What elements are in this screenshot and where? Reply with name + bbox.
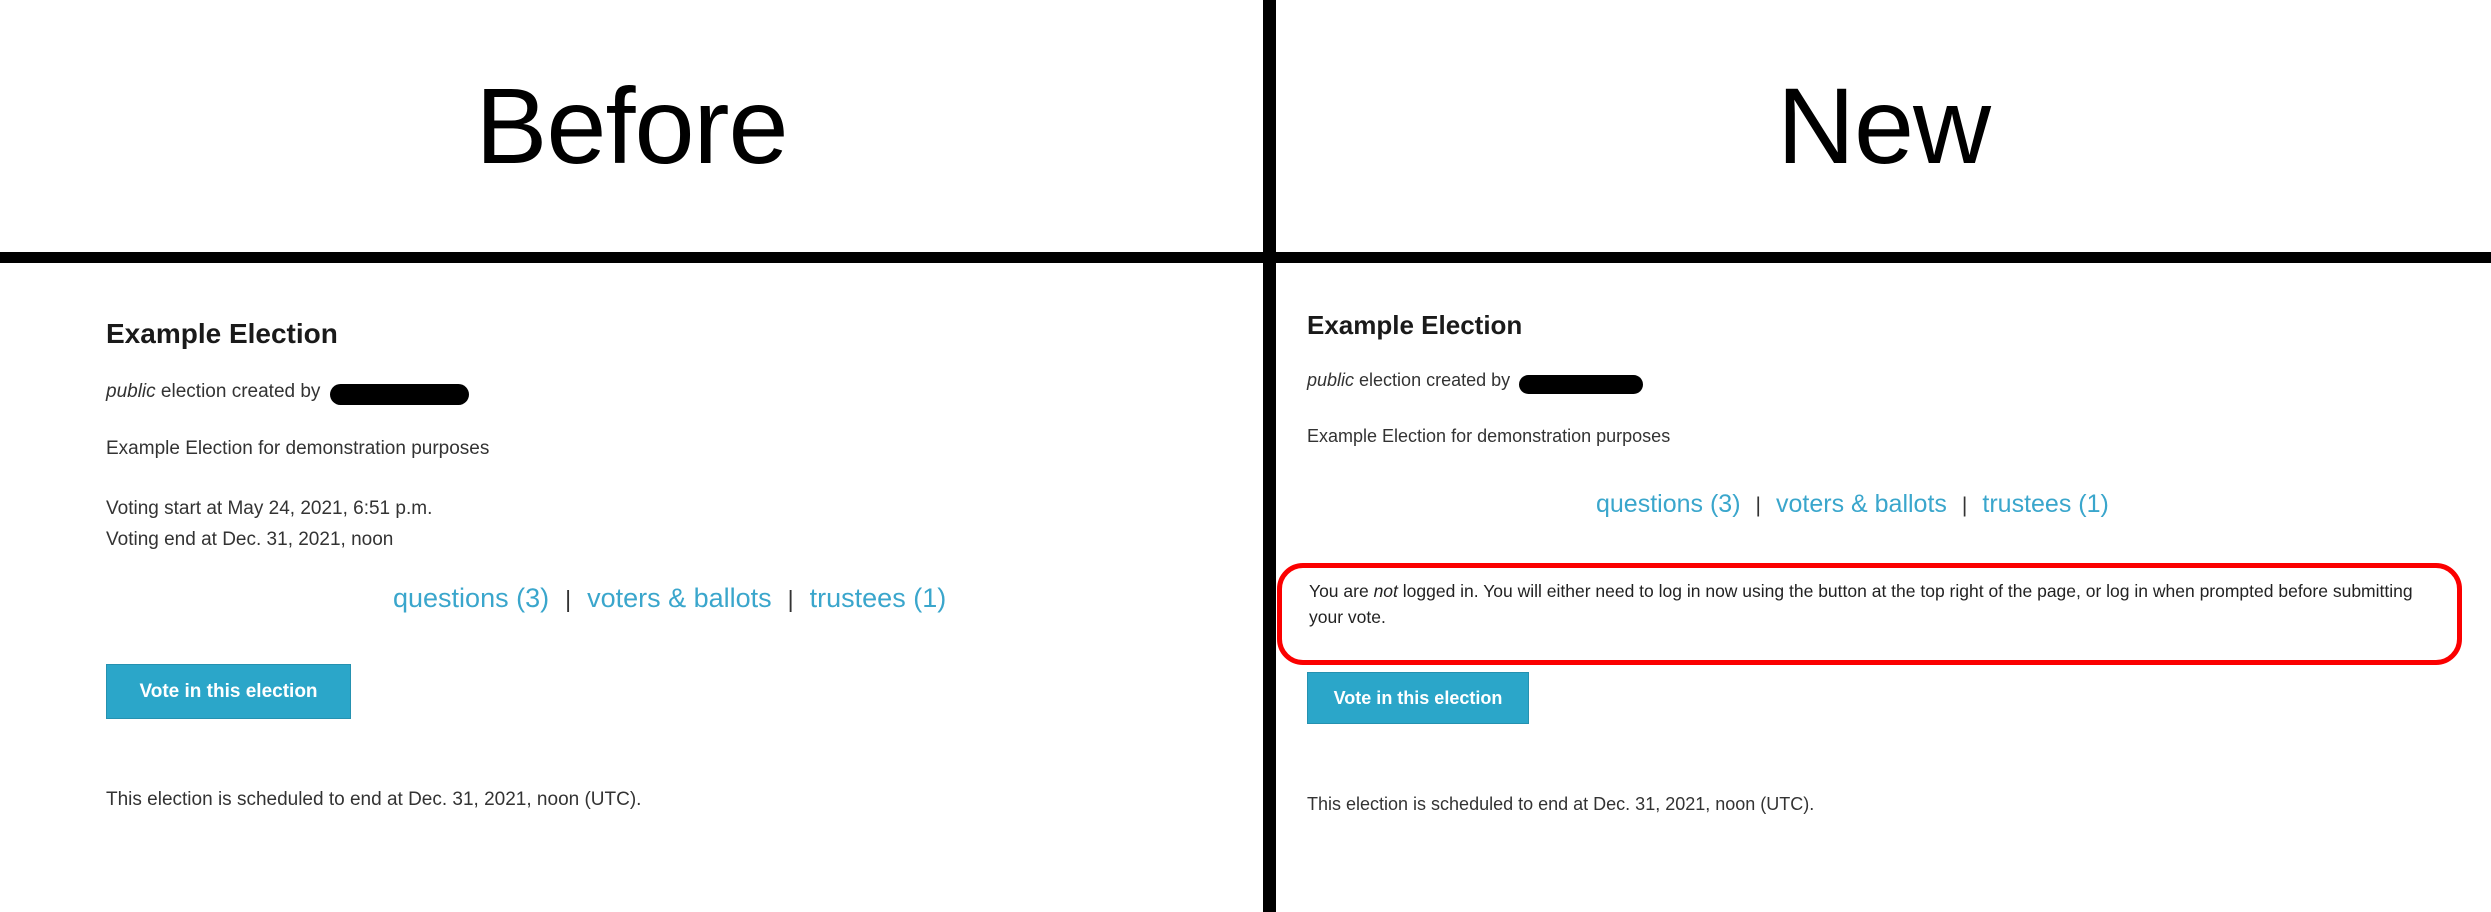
right-visibility-label: public: [1307, 370, 1355, 390]
right-election-description: Example Election for demonstration purpo…: [1307, 426, 1671, 446]
left-link-trustees[interactable]: trustees (1): [810, 583, 947, 613]
left-created-by-line: public election created by: [106, 381, 469, 406]
right-link-trustees[interactable]: trustees (1): [1982, 490, 2108, 518]
right-created-by-text: election created by: [1354, 370, 1516, 390]
right-schedule-footer-note: This election is scheduled to end at Dec…: [1307, 794, 1815, 814]
warning-emphasis-not: not: [1373, 581, 1398, 601]
left-page-title: Example Election: [106, 318, 338, 349]
right-link-questions[interactable]: questions (3): [1596, 490, 1741, 518]
left-link-questions[interactable]: questions (3): [393, 583, 549, 613]
right-panel-header: New: [1276, 0, 2491, 252]
warning-rest-text: logged in. You will either need to log i…: [1309, 581, 2413, 627]
vertical-divider: [1263, 0, 1276, 912]
left-voting-end: Voting end at Dec. 31, 2021, noon: [106, 529, 394, 550]
before-label: Before: [475, 65, 788, 186]
right-redacted-creator: [1519, 374, 1644, 394]
right-link-separator-2: |: [1961, 494, 1968, 517]
left-redacted-creator: [329, 384, 469, 406]
comparison-screenshot: Before New Example Election public elect…: [0, 0, 2491, 912]
right-link-separator-1: |: [1755, 494, 1761, 517]
right-link-voters-ballots[interactable]: voters & ballots: [1776, 490, 1947, 518]
horizontal-divider: [0, 252, 2491, 263]
not-logged-in-warning-text: You are not logged in. You will either n…: [1309, 578, 2437, 630]
left-link-voters-ballots[interactable]: voters & ballots: [587, 583, 772, 613]
left-voting-start: Voting start at May 24, 2021, 6:51 p.m.: [106, 498, 433, 519]
warning-lead-text: You are: [1309, 581, 1374, 601]
right-links-row: questions (3) | voters & ballots | trustees …: [1596, 490, 2109, 519]
left-vote-in-this-election-button[interactable]: Vote in this election: [106, 664, 351, 719]
right-vote-in-this-election-button[interactable]: Vote in this election: [1307, 672, 1529, 724]
left-election-description: Example Election for demonstration purpo…: [106, 438, 490, 459]
left-created-by-text: election created by: [155, 381, 326, 402]
left-schedule-footer-note: This election is scheduled to end at Dec…: [106, 789, 642, 810]
right-created-by-line: public election created by: [1307, 370, 1644, 394]
left-visibility-label: public: [106, 381, 156, 402]
left-link-separator-2: |: [787, 586, 794, 612]
left-panel-header: Before: [0, 0, 1263, 252]
right-page-title: Example Election: [1307, 310, 1523, 340]
new-label: New: [1776, 65, 1991, 186]
left-link-separator-1: |: [565, 586, 572, 612]
left-links-row: questions (3) | voters & ballots | trustees …: [393, 583, 946, 614]
